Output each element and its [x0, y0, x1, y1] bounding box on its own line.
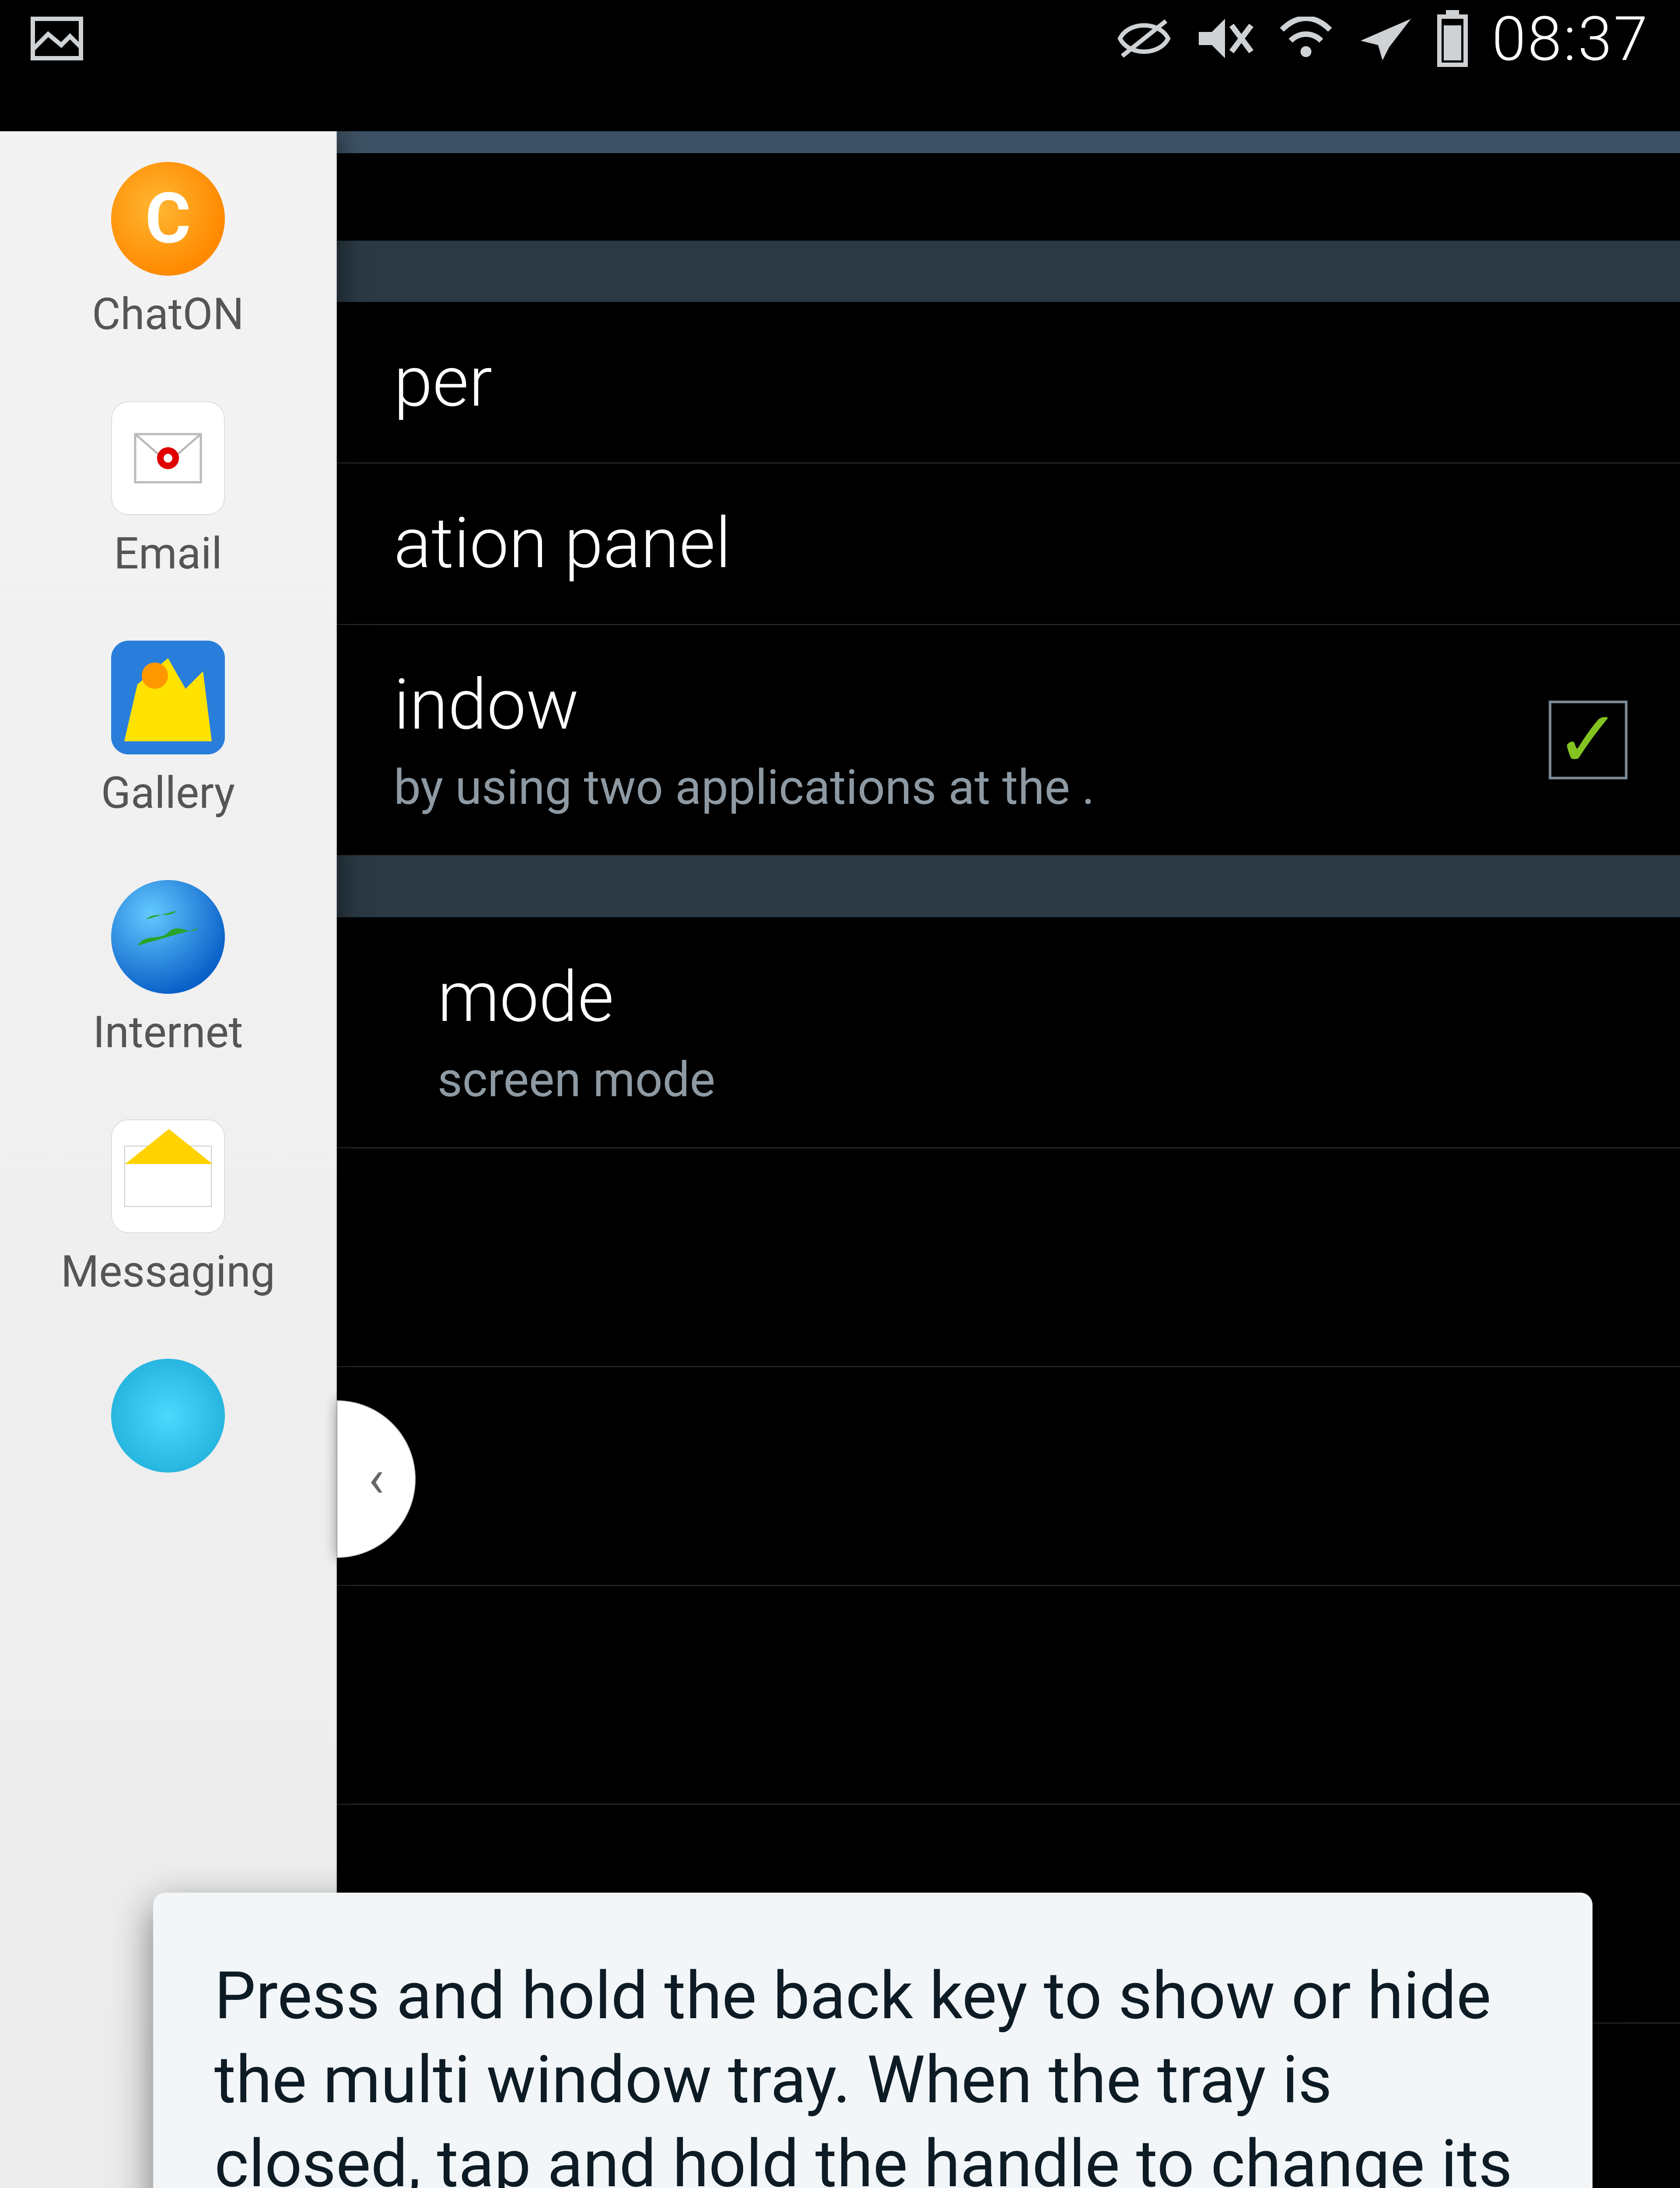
email-icon [111, 401, 225, 515]
multiwindow-checkbox[interactable]: ✓ [1549, 701, 1628, 779]
tray-item-internet[interactable]: Internet [0, 849, 336, 1089]
tray-label: Internet [93, 1007, 243, 1058]
gallery-icon [111, 641, 225, 754]
tray-item-messaging[interactable]: Messaging [0, 1089, 336, 1328]
tray-label: Email [114, 528, 222, 579]
tray-item-gallery[interactable]: Gallery [0, 610, 336, 849]
wifi-icon [1278, 17, 1334, 62]
row-title: indow [394, 664, 1680, 746]
multiwindow-hint-popup: Press and hold the back key to show or h… [153, 1893, 1592, 2188]
multiwindow-tray[interactable]: C ChatON Email Gallery Internet Messag [0, 131, 337, 2188]
airplane-mode-icon [1356, 14, 1413, 64]
tray-label: ChatON [92, 289, 244, 340]
internet-icon [111, 880, 225, 994]
eye-off-icon [1116, 17, 1172, 62]
row-subtitle: by using two applications at the . [394, 759, 1444, 816]
tray-item-chaton[interactable]: C ChatON [0, 131, 336, 371]
popup-body: Press and hold the back key to show or h… [214, 1954, 1531, 2188]
row-subtitle: screen mode [438, 1052, 1488, 1108]
status-time: 08:37 [1492, 4, 1649, 75]
chevron-left-icon: ‹ [368, 1448, 384, 1510]
chaton-icon: C [111, 162, 225, 276]
status-bar: 08:37 [0, 0, 1680, 79]
app-icon [111, 1359, 225, 1473]
status-left [31, 17, 83, 62]
row-title: per [394, 341, 1680, 423]
battery-icon [1435, 10, 1470, 69]
row-title: mode [438, 957, 1680, 1038]
screen: 08:37 isplay per ation panel indow by us… [0, 0, 1680, 2188]
tray-item-partial[interactable] [0, 1328, 336, 1503]
status-right: 08:37 [1116, 4, 1649, 75]
tray-label: Messaging [61, 1246, 275, 1297]
tray-item-email[interactable]: Email [0, 371, 336, 610]
tray-label: Gallery [101, 768, 235, 819]
messaging-icon [111, 1119, 225, 1233]
row-title: ation panel [394, 503, 1680, 585]
gallery-notification-icon [31, 17, 83, 62]
mute-icon [1194, 14, 1256, 64]
